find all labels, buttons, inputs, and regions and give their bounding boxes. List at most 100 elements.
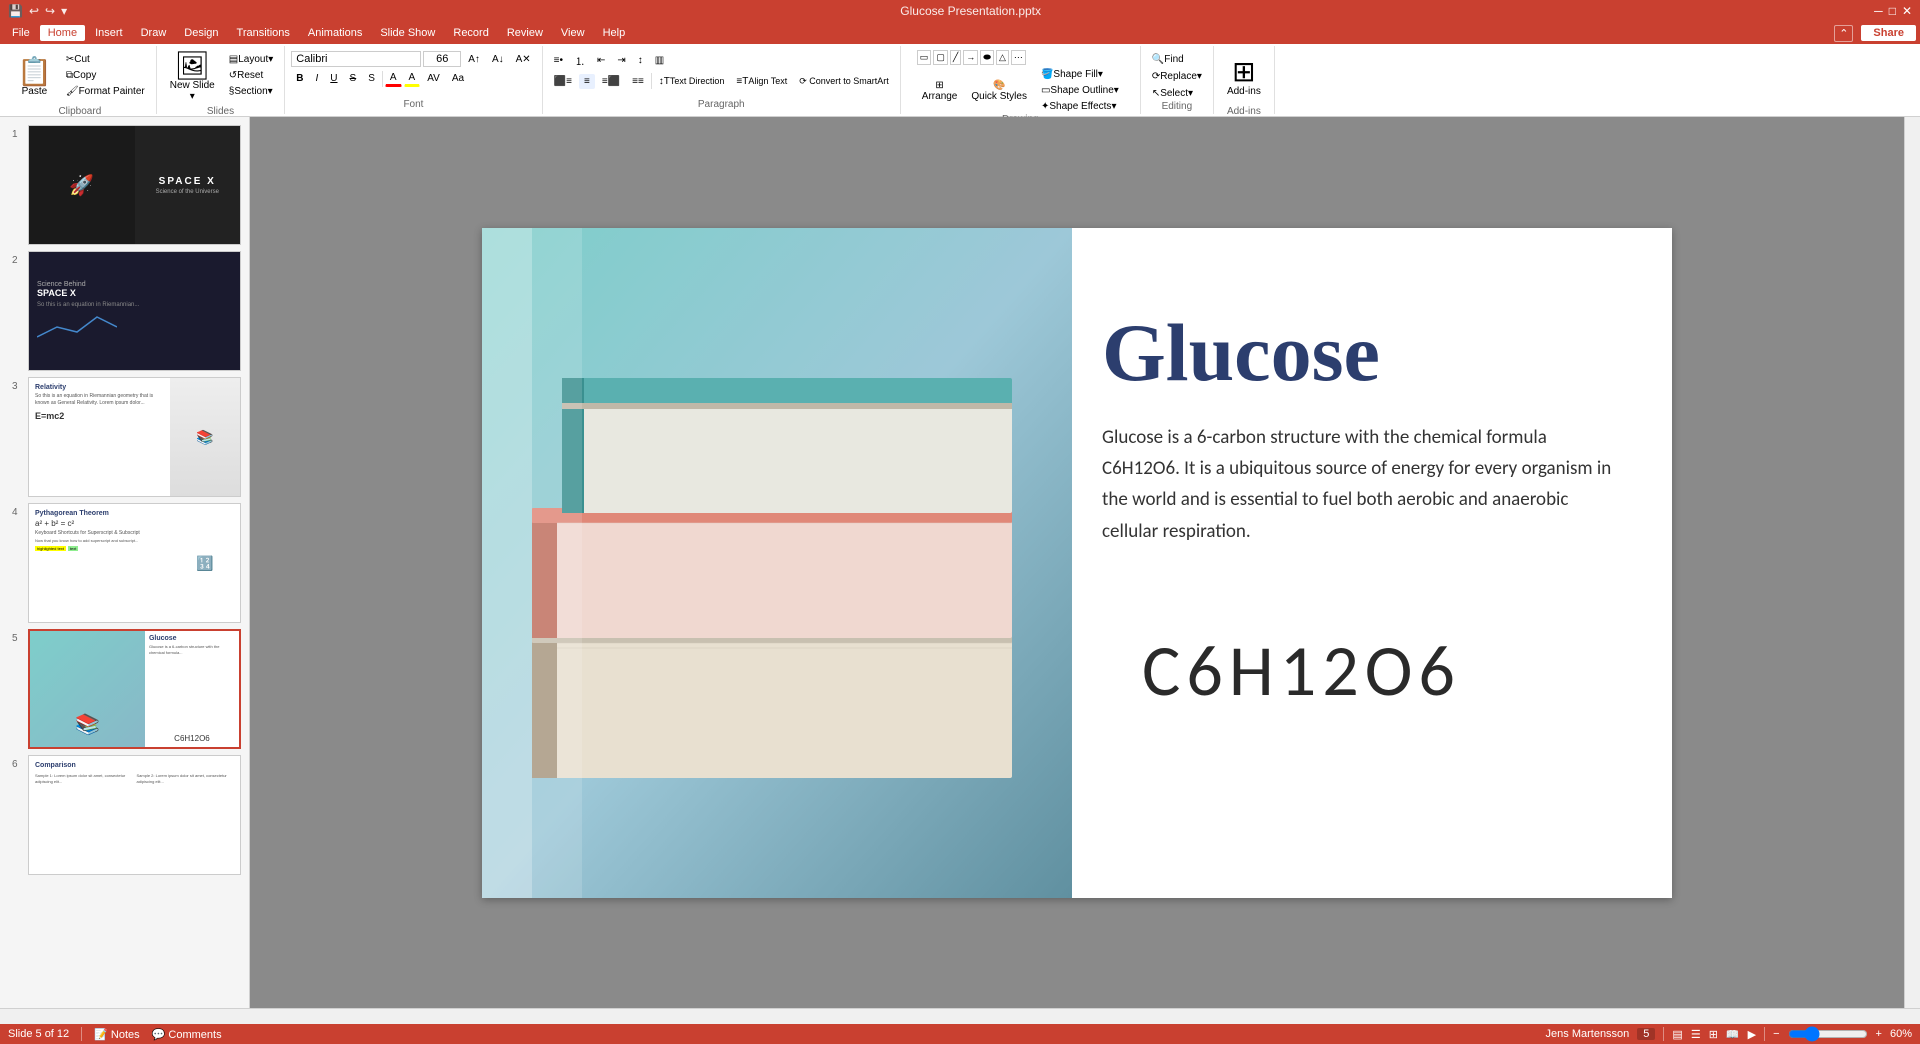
shape-fill-button[interactable]: 🪣 Shape Fill ▾	[1036, 67, 1124, 82]
share-button[interactable]: Share	[1861, 25, 1916, 41]
new-slide-button[interactable]: 🖼 New Slide ▾	[163, 48, 222, 106]
view-normal-button[interactable]: ▤	[1672, 1028, 1682, 1041]
ribbon-collapse-button[interactable]: ⌃	[1834, 25, 1853, 42]
minimize-button[interactable]: ─	[1874, 4, 1883, 18]
zoom-out-button[interactable]: −	[1773, 1028, 1779, 1040]
shape-rounded-rect[interactable]: ▢	[933, 50, 948, 65]
customize-quick-access-button[interactable]: ▾	[61, 4, 67, 18]
menu-draw[interactable]: Draw	[133, 25, 175, 41]
convert-smartart-button[interactable]: ⟳ Convert to SmartArt	[794, 74, 894, 89]
right-scrollbar[interactable]	[1904, 117, 1920, 1008]
save-button[interactable]: 💾	[8, 4, 23, 18]
find-button[interactable]: 🔍 Find	[1147, 52, 1189, 67]
undo-button[interactable]: ↩	[29, 4, 39, 18]
shape-line[interactable]: ╱	[950, 50, 961, 65]
menu-view[interactable]: View	[553, 25, 593, 41]
shape-arrow[interactable]: →	[963, 50, 978, 65]
menu-transitions[interactable]: Transitions	[229, 25, 298, 41]
view-reading-button[interactable]: 📖	[1726, 1028, 1740, 1041]
copy-button[interactable]: ⧉ Copy	[61, 68, 150, 83]
highlight-button[interactable]: A	[404, 70, 421, 87]
arrange-button[interactable]: ⊞ Arrange	[917, 77, 963, 105]
view-slideshow-button[interactable]: ▶	[1748, 1028, 1756, 1041]
zoom-in-button[interactable]: +	[1876, 1028, 1882, 1040]
menu-record[interactable]: Record	[445, 25, 496, 41]
reset-button[interactable]: ↺ Reset	[224, 68, 279, 83]
notes-button[interactable]: 📝 Notes	[94, 1028, 140, 1041]
clear-formatting-button[interactable]: A✕	[511, 52, 536, 67]
font-size-input[interactable]	[423, 51, 461, 67]
shape-oval[interactable]: ⬬	[980, 50, 994, 65]
comments-button[interactable]: 💬 Comments	[152, 1028, 222, 1041]
decrease-font-button[interactable]: A↓	[487, 52, 509, 67]
slide-item-3[interactable]: 3 Relativity So this is an equation in R…	[12, 377, 241, 497]
font-color-button[interactable]: A	[385, 70, 402, 87]
paste-button[interactable]: 📋 Paste	[10, 48, 59, 106]
slide-item-1[interactable]: 1 🚀 SPACE X Science of the Universe	[12, 125, 241, 245]
underline-button[interactable]: U	[325, 71, 342, 86]
view-outline-button[interactable]: ☰	[1691, 1028, 1701, 1041]
shadow-button[interactable]: S	[363, 71, 380, 86]
shape-more[interactable]: ⋯	[1011, 50, 1026, 65]
align-text-button[interactable]: ≡T Align Text	[731, 74, 792, 89]
shape-triangle[interactable]: △	[996, 50, 1009, 65]
section-button[interactable]: § Section ▾	[224, 84, 279, 99]
menu-insert[interactable]: Insert	[87, 25, 131, 41]
italic-button[interactable]: I	[311, 71, 324, 86]
increase-font-button[interactable]: A↑	[463, 52, 485, 67]
addins-icon: ⊞	[1232, 58, 1255, 86]
menu-file[interactable]: File	[4, 25, 38, 41]
character-spacing-button[interactable]: AV	[422, 71, 445, 86]
change-case-button[interactable]: Aa	[447, 71, 469, 86]
columns-button[interactable]: ▥	[650, 53, 669, 68]
text-direction-button[interactable]: ↕T Text Direction	[654, 74, 730, 89]
slide-item-6[interactable]: 6 Comparison Sample 1: Lorem ipsum dolor…	[12, 755, 241, 875]
addins-button[interactable]: ⊞ Add-ins	[1220, 48, 1268, 106]
numbering-button[interactable]: ⒈	[570, 51, 590, 70]
format-painter-button[interactable]: 🖌 Format Painter	[61, 84, 150, 99]
menu-help[interactable]: Help	[595, 25, 634, 41]
slide-item-5[interactable]: 5 📚 Glucose Glucose is a 6-carbon struct…	[12, 629, 241, 749]
slide-thumb-4[interactable]: Pythagorean Theorem a² + b² = c² Keyboar…	[28, 503, 241, 623]
slide-thumb-5[interactable]: 📚 Glucose Glucose is a 6-carbon structur…	[28, 629, 241, 749]
justify-button[interactable]: ≡≡	[627, 74, 649, 89]
align-right-button[interactable]: ≡⬛	[597, 74, 625, 89]
layout-button[interactable]: ▤ Layout ▾	[224, 52, 279, 67]
slide-thumb-1[interactable]: 🚀 SPACE X Science of the Universe	[28, 125, 241, 245]
quick-styles-button[interactable]: 🎨 Quick Styles	[966, 77, 1032, 105]
replace-button[interactable]: ⟳ Replace ▾	[1147, 69, 1207, 84]
decrease-indent-button[interactable]: ⇤	[592, 53, 610, 68]
bottom-scrollbar[interactable]	[0, 1008, 1920, 1024]
slide-item-2[interactable]: 2 Science Behind SPACE X So this is an e…	[12, 251, 241, 371]
menu-home[interactable]: Home	[40, 25, 85, 41]
align-center-button[interactable]: ≡	[579, 74, 595, 89]
menu-review[interactable]: Review	[499, 25, 551, 41]
close-button[interactable]: ✕	[1902, 4, 1912, 18]
slide-thumb-3[interactable]: Relativity So this is an equation in Rie…	[28, 377, 241, 497]
slide-item-4[interactable]: 4 Pythagorean Theorem a² + b² = c² Keybo…	[12, 503, 241, 623]
cut-button[interactable]: ✂ Cut	[61, 52, 150, 67]
shape-rect[interactable]: ▭	[917, 50, 932, 65]
bullets-button[interactable]: ≡•	[549, 53, 568, 68]
select-button[interactable]: ↖ Select ▾	[1147, 86, 1198, 101]
slide-thumb-2[interactable]: Science Behind SPACE X So this is an equ…	[28, 251, 241, 371]
slide-thumb-6[interactable]: Comparison Sample 1: Lorem ipsum dolor s…	[28, 755, 241, 875]
align-left-button[interactable]: ⬛≡	[549, 74, 577, 89]
cut-icon: ✂	[66, 54, 74, 65]
ribbon-group-editing: 🔍 Find ⟳ Replace ▾ ↖ Select ▾ Editing	[1141, 46, 1214, 114]
shape-outline-button[interactable]: ▭ Shape Outline ▾	[1036, 83, 1124, 98]
redo-button[interactable]: ↪	[45, 4, 55, 18]
bold-button[interactable]: B	[291, 71, 308, 86]
increase-indent-button[interactable]: ⇥	[612, 53, 630, 68]
menu-design[interactable]: Design	[176, 25, 226, 41]
font-name-input[interactable]	[291, 51, 421, 67]
menu-slideshow[interactable]: Slide Show	[372, 25, 443, 41]
zoom-slider[interactable]	[1788, 1026, 1868, 1042]
maximize-button[interactable]: □	[1889, 4, 1896, 18]
view-slide-sorter-button[interactable]: ⊞	[1709, 1028, 1718, 1041]
strikethrough-button[interactable]: S	[345, 71, 362, 86]
line-spacing-button[interactable]: ↕	[633, 53, 648, 68]
editing-label: Editing	[1162, 101, 1193, 114]
menu-animations[interactable]: Animations	[300, 25, 370, 41]
shape-effects-button[interactable]: ✦ Shape Effects ▾	[1036, 99, 1124, 114]
